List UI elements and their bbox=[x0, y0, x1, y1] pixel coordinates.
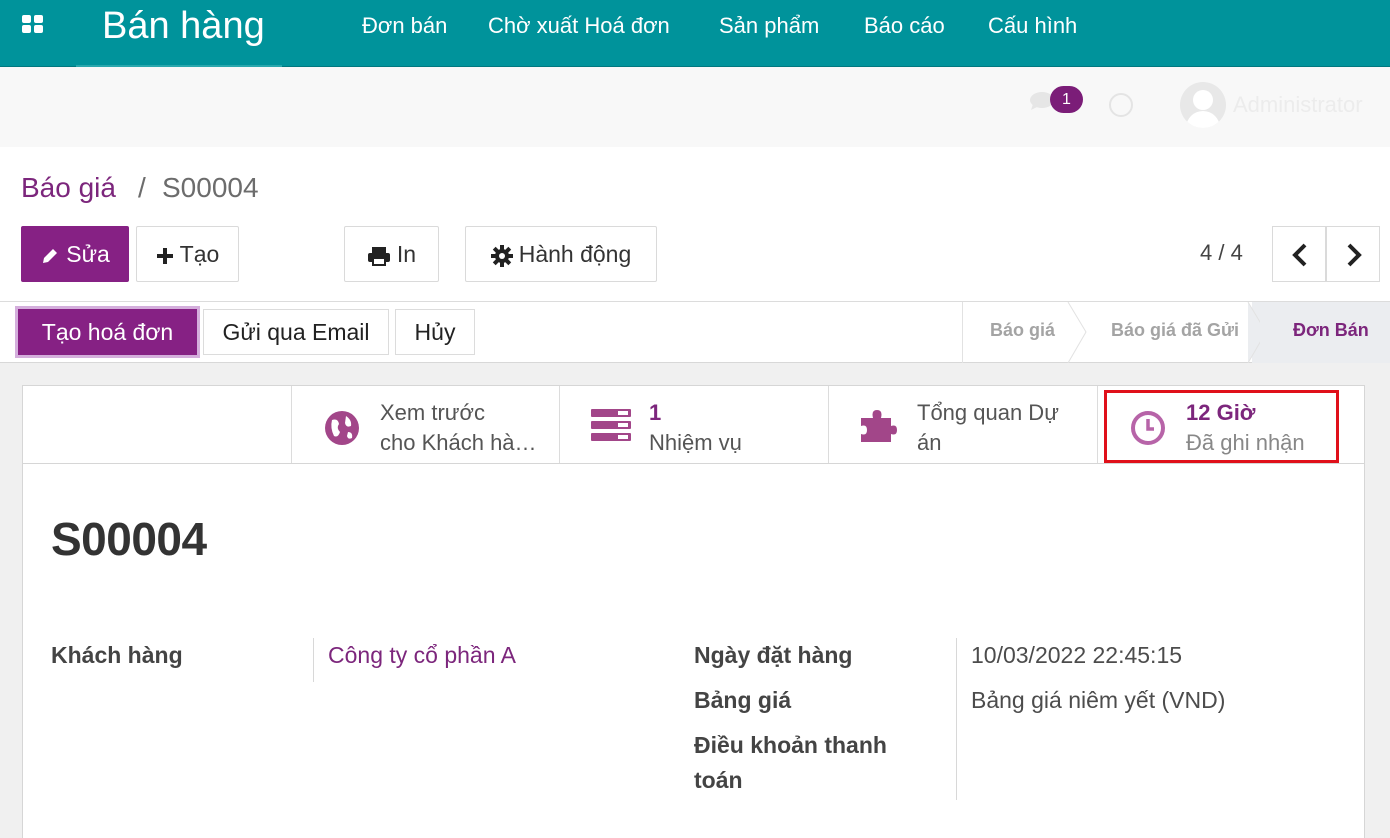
apps-menu-icon[interactable] bbox=[22, 15, 44, 37]
record-title: S00004 bbox=[51, 513, 207, 565]
tasks-label: Nhiệm vụ bbox=[649, 430, 742, 455]
customer-value[interactable]: Công ty cổ phần A bbox=[328, 642, 516, 669]
stage-sales-order: Đơn Bán bbox=[1293, 320, 1369, 340]
action-button-label: Hành động bbox=[518, 241, 632, 267]
customer-divider bbox=[313, 638, 314, 682]
menu-item-reporting[interactable]: Báo cáo bbox=[864, 0, 945, 52]
puzzle-icon bbox=[861, 410, 897, 442]
tasks-smart-button[interactable]: 1 Nhiệm vụ bbox=[559, 386, 828, 463]
chevron-left-icon bbox=[1292, 243, 1307, 267]
stage-quotation[interactable]: Báo giá bbox=[990, 320, 1055, 341]
chevron-right-icon bbox=[1347, 243, 1362, 267]
breadcrumb-separator: / bbox=[138, 172, 146, 203]
cancel-button[interactable]: Hủy bbox=[395, 309, 475, 355]
preview-line2: cho Khách hà… bbox=[380, 430, 537, 455]
create-button[interactable]: Tạo bbox=[136, 226, 239, 282]
payment-terms-label-cont: toán bbox=[694, 767, 743, 793]
pricelist-label: Bảng giá bbox=[694, 687, 792, 713]
gear-icon bbox=[490, 244, 513, 267]
tasks-count: 1 bbox=[649, 400, 662, 425]
user-name[interactable]: Administrator bbox=[1233, 92, 1363, 118]
right-group-divider bbox=[956, 638, 957, 800]
next-button[interactable] bbox=[1326, 226, 1380, 282]
pager-value[interactable]: 4 / 4 bbox=[1200, 240, 1243, 266]
printer-icon bbox=[367, 246, 390, 266]
message-count-badge[interactable]: 1 bbox=[1050, 86, 1083, 113]
app-brand[interactable]: Bán hàng bbox=[76, 0, 282, 67]
pricelist-value: Bảng giá niêm yết (VND) bbox=[971, 687, 1226, 713]
payment-terms-label: Điều khoản thanh bbox=[694, 732, 887, 758]
order-date-value: 10/03/2022 22:45:15 bbox=[971, 642, 1183, 668]
pencil-icon bbox=[43, 248, 58, 263]
project-overview-smart-button[interactable]: Tổng quan Dự án bbox=[828, 386, 1097, 463]
preview-smart-button[interactable]: Xem trước cho Khách hà… bbox=[291, 386, 559, 463]
project-line1: Tổng quan Dự bbox=[917, 400, 1059, 425]
globe-icon bbox=[325, 411, 359, 445]
customer-label: Khách hàng bbox=[51, 642, 183, 668]
edit-button[interactable]: Sửa bbox=[21, 226, 129, 282]
order-date-label: Ngày đặt hàng bbox=[694, 642, 853, 668]
menu-item-to-invoice[interactable]: Chờ xuất Hoá đơn bbox=[488, 0, 670, 52]
breadcrumb-current: S00004 bbox=[162, 172, 259, 203]
breadcrumb-parent[interactable]: Báo giá bbox=[21, 172, 116, 204]
edit-button-label: Sửa bbox=[66, 241, 110, 267]
project-line2: án bbox=[917, 430, 942, 455]
create-invoice-button[interactable]: Tạo hoá đơn bbox=[18, 309, 197, 355]
menu-item-configuration[interactable]: Cấu hình bbox=[988, 0, 1077, 52]
stage-quotation-sent[interactable]: Báo giá đã Gửi bbox=[1111, 320, 1239, 341]
menu-item-sale-orders[interactable]: Đơn bán bbox=[362, 0, 447, 52]
avatar[interactable] bbox=[1180, 82, 1226, 128]
highlight-box bbox=[1104, 390, 1339, 463]
action-button[interactable]: Hành động bbox=[465, 226, 657, 282]
send-email-button[interactable]: Gửi qua Email bbox=[203, 309, 389, 355]
preview-line1: Xem trước bbox=[380, 400, 485, 425]
previous-button[interactable] bbox=[1272, 226, 1326, 282]
menu-item-products[interactable]: Sản phẩm bbox=[719, 0, 819, 52]
tasks-icon bbox=[591, 409, 631, 441]
print-button[interactable]: In bbox=[344, 226, 439, 282]
plus-icon bbox=[156, 247, 173, 264]
print-button-label: In bbox=[396, 241, 417, 267]
create-button-label: Tạo bbox=[179, 241, 220, 267]
activity-clock-icon[interactable] bbox=[1109, 93, 1133, 117]
